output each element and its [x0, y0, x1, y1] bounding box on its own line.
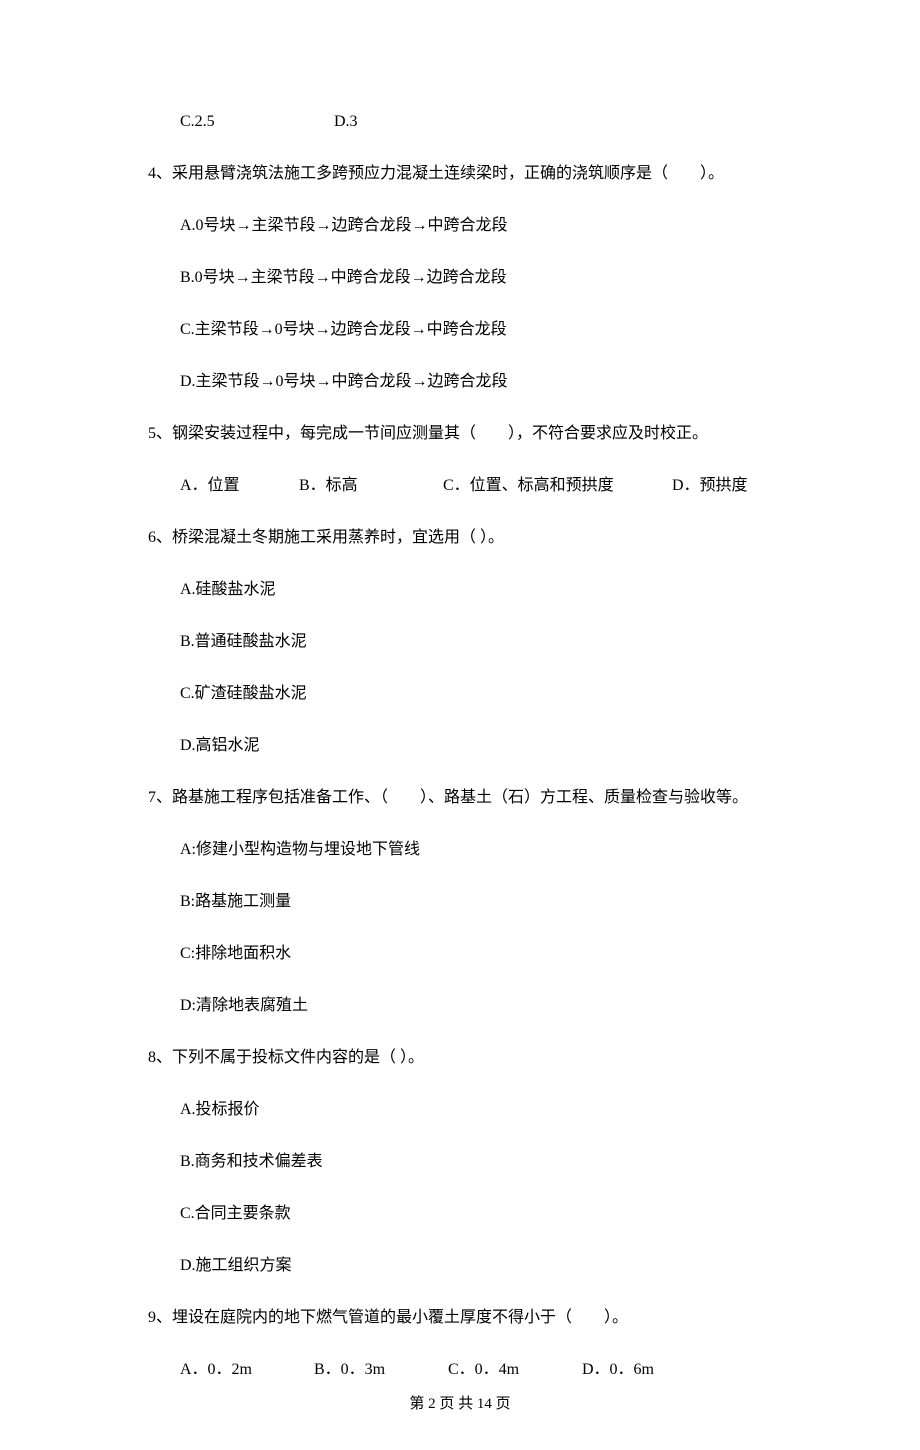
q6-option-b: B.普通硅酸盐水泥 — [148, 630, 792, 654]
q9-option-a: A．0．2m — [180, 1358, 310, 1382]
q7-option-c: C:排除地面积水 — [148, 942, 792, 966]
q3-option-c: C.2.5 — [180, 110, 330, 134]
q6-option-d: D.高铝水泥 — [148, 734, 792, 758]
q9-options: A．0．2m B．0．3m C．0．4m D．0．6m — [148, 1358, 792, 1382]
q6-stem: 6、桥梁混凝土冬期施工采用蒸养时，宜选用（ ）。 — [148, 526, 792, 550]
q5-option-d: D．预拱度 — [672, 474, 748, 498]
q4-stem: 4、采用悬臂浇筑法施工多跨预应力混凝土连续梁时，正确的浇筑顺序是（ ）。 — [148, 162, 792, 186]
q8-option-b: B.商务和技术偏差表 — [148, 1150, 792, 1174]
q3-option-d: D.3 — [334, 110, 358, 134]
q5-options: A．位置 B．标高 C．位置、标高和预拱度 D．预拱度 — [148, 474, 792, 498]
q8-option-a: A.投标报价 — [148, 1098, 792, 1122]
q6-option-c: C.矿渣硅酸盐水泥 — [148, 682, 792, 706]
q4-option-b: B.0号块→主梁节段→中跨合龙段→边跨合龙段 — [148, 266, 792, 290]
document-page: C.2.5 D.3 4、采用悬臂浇筑法施工多跨预应力混凝土连续梁时，正确的浇筑顺… — [0, 0, 920, 1450]
q4-option-d: D.主梁节段→0号块→中跨合龙段→边跨合龙段 — [148, 370, 792, 394]
q9-option-b: B．0．3m — [314, 1358, 444, 1382]
q9-option-c: C．0．4m — [448, 1358, 578, 1382]
q5-option-a: A．位置 — [180, 474, 295, 498]
q7-stem: 7、路基施工程序包括准备工作、（ ）、路基土（石）方工程、质量检查与验收等。 — [148, 786, 792, 810]
q7-option-b: B:路基施工测量 — [148, 890, 792, 914]
q8-stem: 8、下列不属于投标文件内容的是（ ）。 — [148, 1046, 792, 1070]
q7-option-a: A:修建小型构造物与埋设地下管线 — [148, 838, 792, 862]
q9-stem: 9、埋设在庭院内的地下燃气管道的最小覆土厚度不得小于（ ）。 — [148, 1306, 792, 1330]
q3-options-cd: C.2.5 D.3 — [148, 110, 792, 134]
q8-option-d: D.施工组织方案 — [148, 1254, 792, 1278]
q5-stem: 5、钢梁安装过程中，每完成一节间应测量其（ ），不符合要求应及时校正。 — [148, 422, 792, 446]
q7-option-d: D:清除地表腐殖土 — [148, 994, 792, 1018]
q4-option-a: A.0号块→主梁节段→边跨合龙段→中跨合龙段 — [148, 214, 792, 238]
page-footer: 第 2 页 共 14 页 — [0, 1393, 920, 1416]
q5-option-b: B．标高 — [299, 474, 439, 498]
q5-option-c: C．位置、标高和预拱度 — [443, 474, 668, 498]
q9-option-d: D．0．6m — [582, 1358, 654, 1382]
q6-option-a: A.硅酸盐水泥 — [148, 578, 792, 602]
q4-option-c: C.主梁节段→0号块→边跨合龙段→中跨合龙段 — [148, 318, 792, 342]
q8-option-c: C.合同主要条款 — [148, 1202, 792, 1226]
